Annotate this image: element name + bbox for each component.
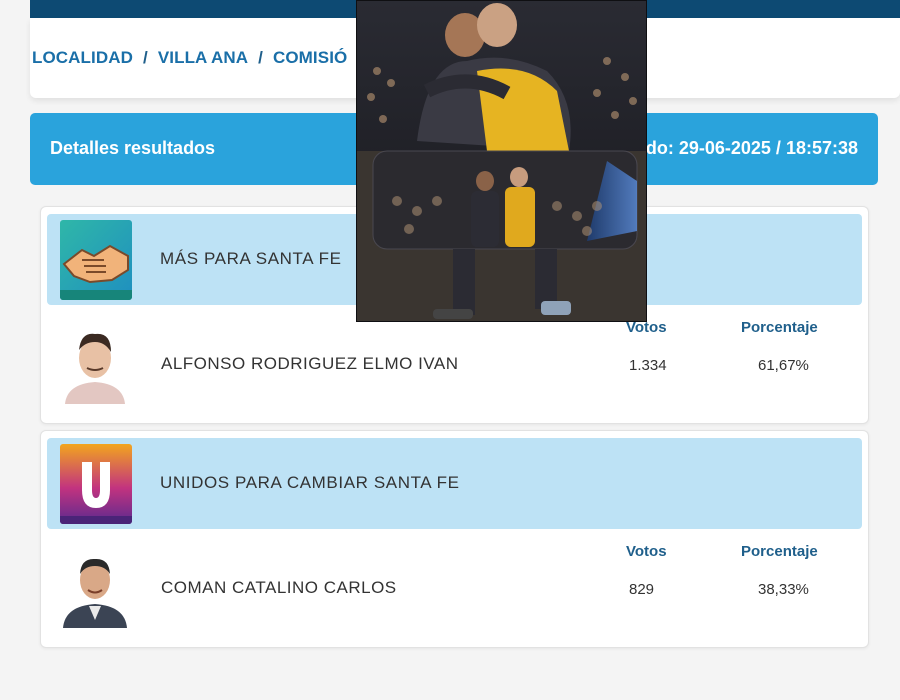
votos-value: 829 bbox=[629, 581, 655, 598]
breadcrumb-separator: / bbox=[258, 48, 263, 67]
porcentaje-value: 38,33% bbox=[758, 581, 809, 598]
votos-value: 1.334 bbox=[629, 357, 667, 374]
porcentaje-value: 61,67% bbox=[758, 357, 809, 374]
breadcrumb-localidad[interactable]: LOCALIDAD bbox=[32, 48, 133, 68]
votos-label: Votos bbox=[626, 543, 667, 560]
breadcrumb-villa-ana[interactable]: VILLA ANA bbox=[158, 48, 248, 68]
celebration-photo bbox=[356, 0, 647, 322]
candidate-avatar bbox=[59, 322, 131, 404]
candidate-name: COMAN CATALINO CARLOS bbox=[161, 578, 397, 597]
party-name: MÁS PARA SANTA FE bbox=[160, 249, 342, 268]
u-letter-logo-icon bbox=[60, 444, 132, 524]
results-title: Detalles resultados bbox=[50, 138, 216, 158]
party-name: UNIDOS PARA CAMBIAR SANTA FE bbox=[160, 473, 460, 492]
result-card: UNIDOS PARA CAMBIAR SANTA FE COMAN CATAL… bbox=[40, 430, 869, 648]
party-band: UNIDOS PARA CAMBIAR SANTA FE bbox=[47, 438, 862, 529]
porcentaje-label: Porcentaje bbox=[741, 543, 818, 560]
candidate-name: ALFONSO RODRIGUEZ ELMO IVAN bbox=[161, 354, 459, 373]
candidate-avatar bbox=[59, 546, 131, 628]
breadcrumb-separator: / bbox=[143, 48, 148, 67]
porcentaje-label: Porcentaje bbox=[741, 319, 818, 336]
breadcrumb: LOCALIDAD / VILLA ANA / COMISIÓ bbox=[32, 48, 347, 68]
handshake-logo-icon bbox=[60, 220, 132, 300]
last-update-date: do: 29-06-2025 / 18:57:38 bbox=[645, 138, 858, 158]
breadcrumb-comision[interactable]: COMISIÓ bbox=[273, 48, 347, 68]
